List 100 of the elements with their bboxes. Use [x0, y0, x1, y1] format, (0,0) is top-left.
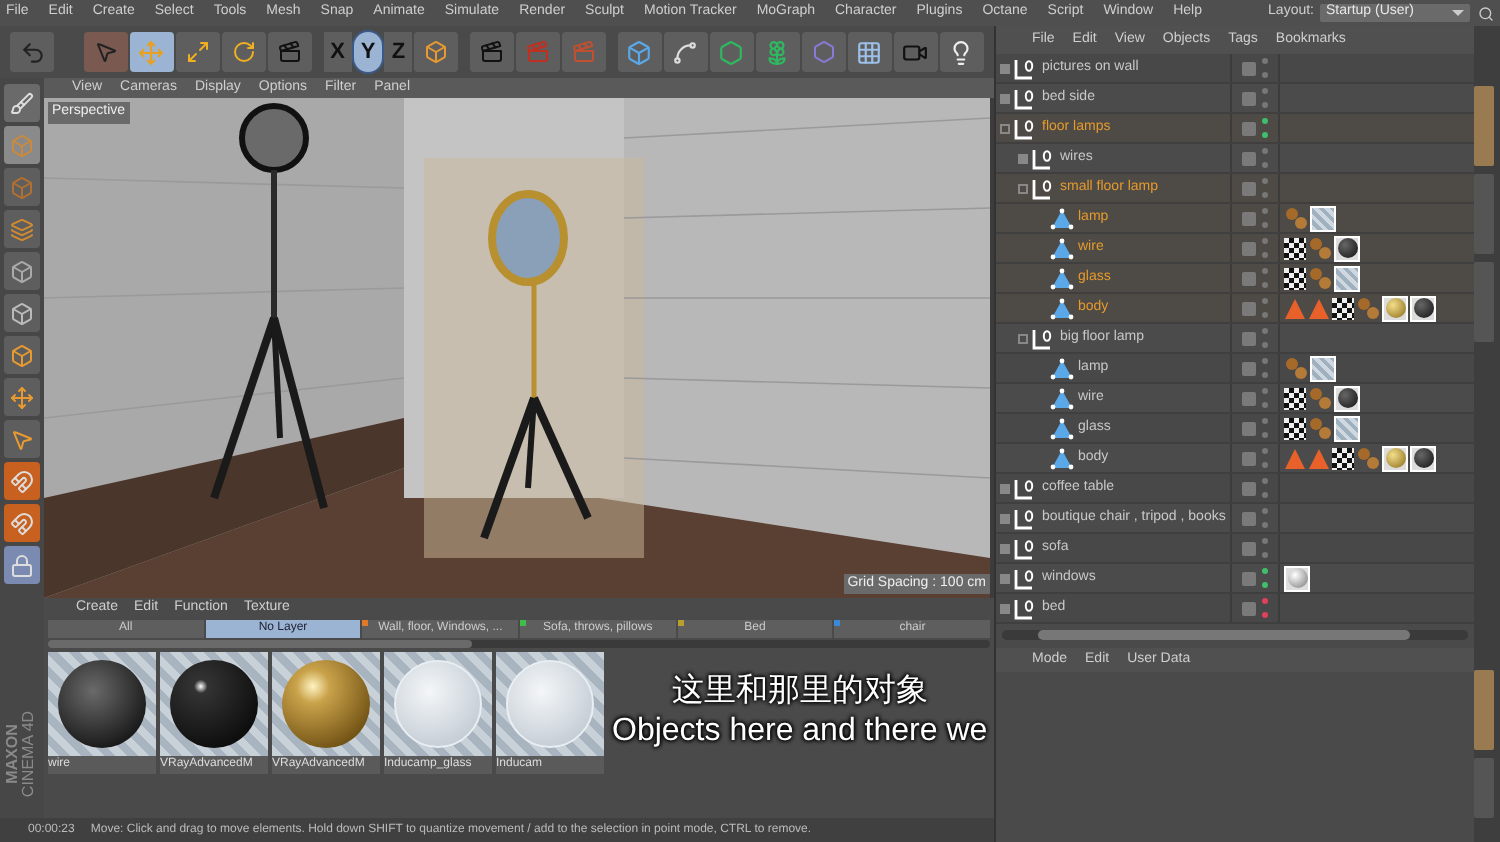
expand-icon[interactable] — [1000, 573, 1010, 583]
render-view-button[interactable] — [470, 32, 515, 72]
visibility-dots-icon[interactable] — [1262, 478, 1268, 498]
axis-button[interactable]: Y — [353, 32, 383, 72]
clapperboard-icon — [526, 40, 551, 64]
visibility-dots-icon[interactable] — [1262, 118, 1268, 138]
scale-tool-button[interactable] — [175, 32, 220, 72]
render-picture-button[interactable] — [516, 32, 561, 72]
visibility-dots-icon[interactable] — [1262, 388, 1268, 408]
layer-check-icon — [1242, 511, 1256, 525]
collapse-icon[interactable] — [1018, 183, 1028, 193]
polygon-object-icon — [1050, 387, 1074, 409]
tweak-mode-button[interactable] — [4, 420, 40, 458]
visibility-dots-icon[interactable] — [1262, 358, 1268, 378]
visibility-dots-icon[interactable] — [1262, 598, 1268, 618]
hexagon-icon — [718, 39, 745, 65]
floor-button[interactable] — [847, 32, 892, 72]
collapse-icon[interactable] — [1018, 333, 1028, 343]
cube-icon — [10, 133, 34, 157]
cube-icon — [424, 40, 449, 64]
layer-check-icon — [1242, 181, 1256, 195]
generator-button[interactable] — [709, 32, 754, 72]
undo-icon — [19, 39, 45, 65]
visibility-dots-icon[interactable] — [1262, 208, 1268, 228]
clapperboard-icon — [480, 40, 505, 64]
visibility-dots-icon[interactable] — [1262, 448, 1268, 468]
deformer-button[interactable] — [801, 32, 846, 72]
layer-check-icon — [1242, 451, 1256, 465]
layer-check-icon — [1242, 481, 1256, 495]
lock-icon — [10, 553, 34, 577]
visibility-dots-icon[interactable] — [1262, 268, 1268, 288]
layer-check-icon — [1242, 241, 1256, 255]
axis-mode-button[interactable] — [4, 378, 40, 416]
render-settings-button[interactable] — [562, 32, 607, 72]
expand-icon[interactable] — [1000, 93, 1010, 103]
pointer-tool-button[interactable] — [83, 32, 128, 72]
visibility-dots-icon[interactable] — [1262, 418, 1268, 438]
spline-button[interactable] — [663, 32, 708, 72]
polygon-object-icon — [1050, 207, 1074, 229]
expand-icon[interactable] — [1000, 63, 1010, 73]
snap-button[interactable] — [4, 504, 40, 542]
expand-icon[interactable] — [1018, 153, 1028, 163]
visibility-dots-icon[interactable] — [1262, 328, 1268, 348]
layer-check-icon — [1242, 331, 1256, 345]
layer-check-icon — [1242, 91, 1256, 105]
polygon-object-icon — [1050, 237, 1074, 259]
undo-button[interactable] — [10, 32, 54, 72]
caret-icon — [1452, 10, 1464, 16]
visibility-dots-icon[interactable] — [1262, 238, 1268, 258]
polygon-object-icon — [1050, 297, 1074, 319]
search-icon[interactable] — [1478, 5, 1494, 21]
visibility-dots-icon[interactable] — [1262, 568, 1268, 588]
visibility-dots-icon[interactable] — [1262, 538, 1268, 558]
subtitle-text: Objects here and there we — [612, 712, 988, 752]
null-object-icon — [1014, 507, 1038, 529]
workplane-lock-button[interactable] — [4, 546, 40, 584]
expand-icon[interactable] — [1000, 543, 1010, 553]
visibility-dots-icon[interactable] — [1262, 178, 1268, 198]
light-button[interactable] — [939, 32, 984, 72]
axis-button[interactable]: X — [323, 32, 352, 72]
cube-icon — [10, 301, 34, 325]
visibility-dots-icon[interactable] — [1262, 148, 1268, 168]
layer-check-icon — [1242, 271, 1256, 285]
expand-icon[interactable] — [1000, 483, 1010, 493]
null-object-icon — [1014, 87, 1038, 109]
collapse-icon[interactable] — [1000, 123, 1010, 133]
expand-icon[interactable] — [1000, 603, 1010, 613]
soft-selection-button[interactable] — [4, 462, 40, 500]
null-object-icon — [1032, 177, 1056, 199]
layer-check-icon — [1242, 391, 1256, 405]
brush-tool-button[interactable] — [4, 84, 40, 122]
layer-check-icon — [1242, 601, 1256, 615]
move-icon — [138, 39, 165, 65]
visibility-dots-icon[interactable] — [1262, 298, 1268, 318]
rotate-icon — [231, 40, 256, 64]
render-button[interactable] — [267, 32, 312, 72]
null-object-icon — [1032, 147, 1056, 169]
workplane-button[interactable] — [4, 210, 40, 248]
points-mode-button[interactable] — [4, 252, 40, 290]
null-object-icon — [1014, 477, 1038, 499]
coordinate-system-button[interactable] — [414, 32, 459, 72]
expand-icon[interactable] — [1000, 513, 1010, 523]
move-tool-button[interactable] — [129, 32, 174, 72]
cube-button[interactable] — [617, 32, 662, 72]
texture-mode-button[interactable] — [4, 168, 40, 206]
cube-icon — [626, 39, 653, 65]
axis-button[interactable]: Z — [384, 32, 413, 72]
null-object-icon — [1014, 537, 1038, 559]
visibility-dots-icon[interactable] — [1262, 58, 1268, 78]
rotate-tool-button[interactable] — [221, 32, 266, 72]
scrollbar[interactable] — [1002, 630, 1468, 640]
polygons-mode-button[interactable] — [4, 336, 40, 374]
visibility-dots-icon[interactable] — [1262, 508, 1268, 528]
array-button[interactable] — [755, 32, 800, 72]
clapperboard-icon — [572, 40, 597, 64]
grid-icon — [856, 39, 883, 65]
layer-check-icon — [1242, 541, 1256, 555]
null-object-icon — [1032, 327, 1056, 349]
visibility-dots-icon[interactable] — [1262, 88, 1268, 108]
edges-mode-button[interactable] — [4, 294, 40, 332]
